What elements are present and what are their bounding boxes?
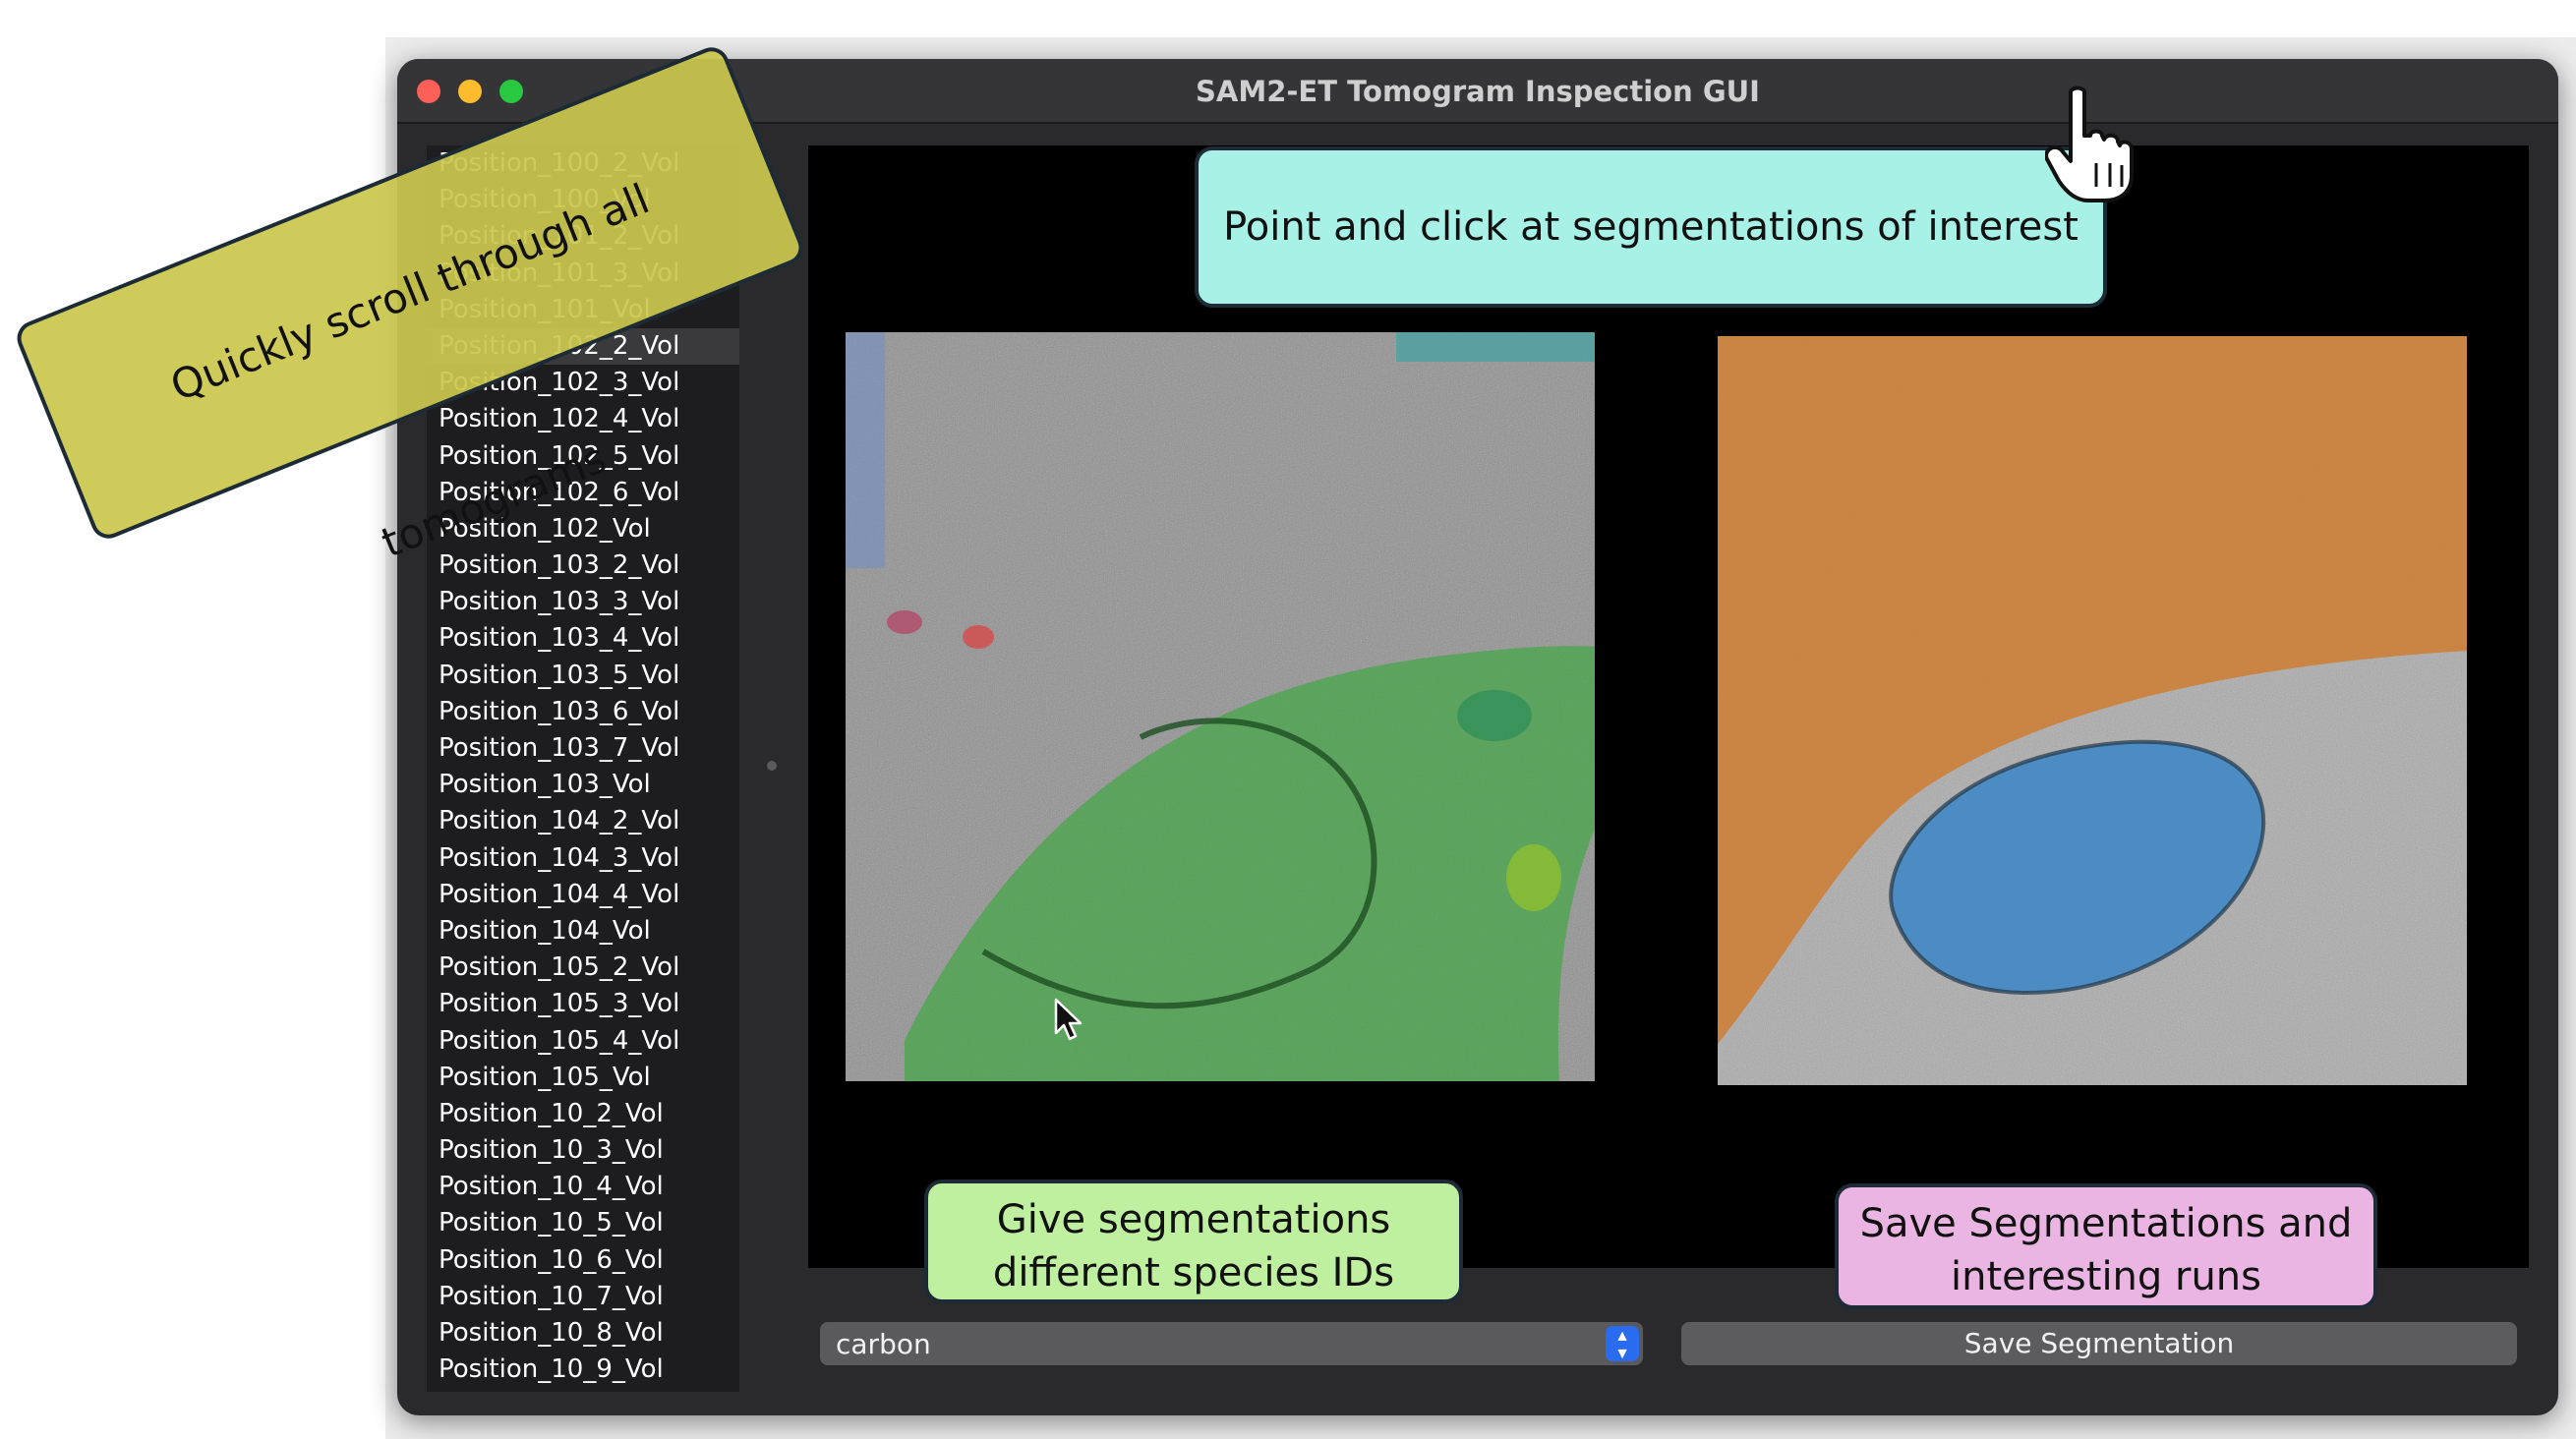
run-list-item[interactable]: Position_104_4_Vol — [427, 877, 739, 913]
run-list-item[interactable]: Position_10_8_Vol — [427, 1315, 739, 1352]
run-list-item[interactable]: Position_10_3_Vol — [427, 1132, 739, 1169]
run-list-item[interactable]: Position_10_7_Vol — [427, 1279, 739, 1315]
run-list-item[interactable]: Position_10_2_Vol — [427, 1096, 739, 1132]
callout-save-line-1: Save Segmentations and — [1859, 1201, 2353, 1246]
tomogram-slice-right[interactable] — [1718, 336, 2467, 1085]
callout-species-line-2: different species IDs — [992, 1250, 1395, 1295]
species-select-value: carbon — [836, 1328, 931, 1360]
splitter-handle[interactable] — [767, 761, 777, 771]
run-list-item[interactable]: Position_105_Vol — [427, 1060, 739, 1096]
run-list-item[interactable]: Position_10_6_Vol — [427, 1242, 739, 1279]
callout-point-and-click-text: Point and click at segmentations of inte… — [1223, 204, 2078, 250]
callout-species-ids: Give segmentations different species IDs — [924, 1180, 1463, 1303]
run-list-item[interactable]: Position_103_Vol — [427, 767, 739, 803]
callout-save-segmentations: Save Segmentations and interesting runs — [1835, 1183, 2377, 1309]
run-list-item[interactable]: Position_10_9_Vol — [427, 1352, 739, 1388]
arrow-cursor-icon — [1054, 998, 1083, 1046]
run-list-item[interactable]: Position_103_6_Vol — [427, 694, 739, 730]
run-list-item[interactable]: Position_104_3_Vol — [427, 840, 739, 877]
callout-point-and-click: Point and click at segmentations of inte… — [1195, 146, 2107, 308]
run-list-item[interactable]: Position_105_4_Vol — [427, 1023, 739, 1060]
run-list-item[interactable]: Position_103_5_Vol — [427, 658, 739, 694]
tomogram-viewer[interactable] — [808, 145, 2529, 1268]
tomogram-slice-left[interactable] — [846, 332, 1595, 1081]
run-list-item[interactable]: Position_104_Vol — [427, 913, 739, 950]
chevron-up-down-icon[interactable]: ▲ ▼ — [1606, 1326, 1639, 1362]
run-list-item[interactable]: Position_10_4_Vol — [427, 1169, 739, 1205]
callout-species-line-1: Give segmentations — [996, 1197, 1391, 1242]
save-segmentation-button[interactable]: Save Segmentation — [1681, 1322, 2517, 1365]
run-list-item[interactable]: Position_105_2_Vol — [427, 950, 739, 986]
run-list-item[interactable]: Position_104_2_Vol — [427, 803, 739, 839]
run-list-item[interactable]: Position_103_7_Vol — [427, 730, 739, 767]
run-list-item[interactable]: Position_105_3_Vol — [427, 986, 739, 1022]
species-select[interactable]: carbon ▲ ▼ — [820, 1322, 1643, 1365]
hand-pointer-icon — [2044, 85, 2134, 209]
callout-save-line-2: interesting runs — [1950, 1254, 2261, 1299]
run-list-item[interactable]: Position_10_5_Vol — [427, 1205, 739, 1241]
